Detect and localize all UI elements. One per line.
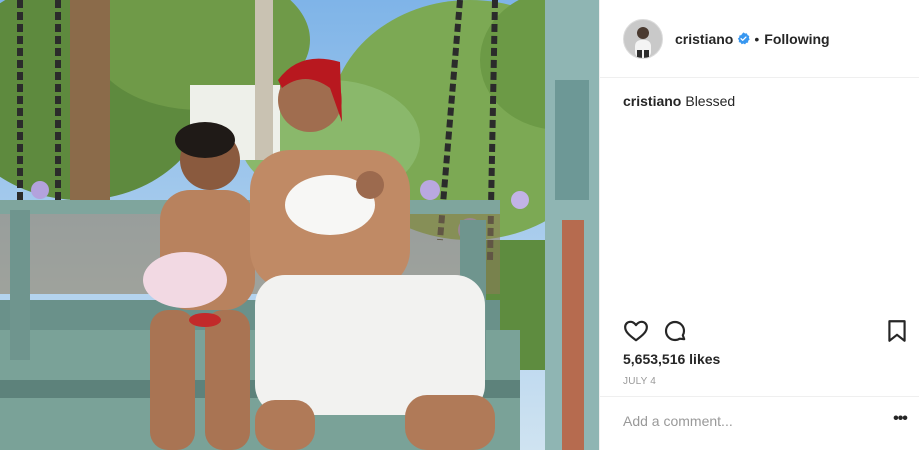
header-username[interactable]: cristiano <box>675 31 733 47</box>
comment-bubble-icon[interactable] <box>662 318 688 344</box>
bookmark-icon[interactable] <box>884 318 910 344</box>
post-photo[interactable] <box>0 0 599 450</box>
ellipsis-icon[interactable]: ••• <box>890 411 910 431</box>
caption-username[interactable]: cristiano <box>623 93 681 109</box>
separator-dot: • <box>754 30 760 47</box>
post-date[interactable]: JULY 4 <box>623 376 656 387</box>
instagram-post: cristiano • Following cristianoBlessed <box>0 0 919 450</box>
verified-badge-icon <box>737 32 751 45</box>
comment-section: ••• <box>600 396 919 450</box>
avatar[interactable] <box>623 18 663 59</box>
caption-text: Blessed <box>685 93 736 109</box>
photo-illustration <box>0 0 599 450</box>
post-header: cristiano • Following <box>600 0 919 78</box>
post-sidebar: cristiano • Following cristianoBlessed <box>599 0 919 450</box>
following-button[interactable]: Following <box>764 31 829 47</box>
likes-count[interactable]: 5,653,516 likes <box>623 351 720 367</box>
comment-input[interactable] <box>623 413 873 429</box>
heart-icon[interactable] <box>623 318 649 344</box>
post-caption: cristiano Blessed <box>623 92 735 110</box>
avatar-image <box>624 19 662 58</box>
action-bar <box>600 314 919 348</box>
